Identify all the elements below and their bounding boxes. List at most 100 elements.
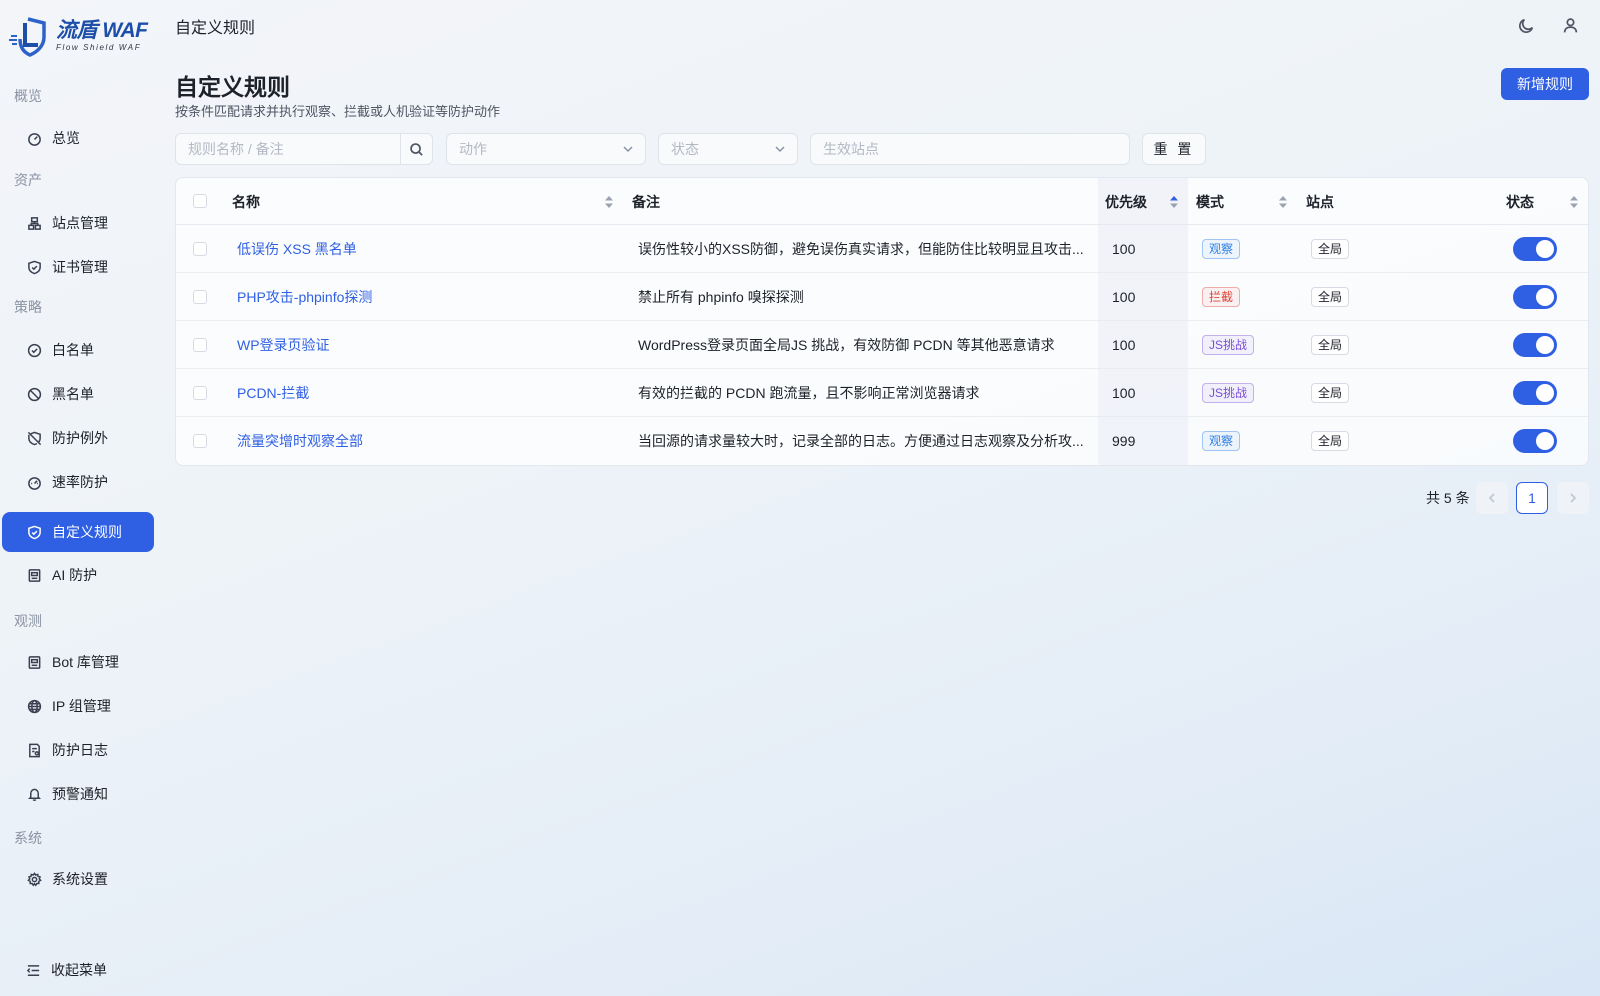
- sort-icon[interactable]: [1169, 194, 1179, 210]
- add-rule-button[interactable]: 新增规则: [1501, 68, 1589, 100]
- brand-logo[interactable]: 流盾 WAF Flow Shield WAF: [8, 12, 158, 60]
- rules-table: 名称 备注 优先级 模式 站点 状态 低误伤 XSS 黑名单 误伤性较小的XSS防…: [175, 177, 1589, 466]
- table-row: WP登录页验证 WordPress登录页面全局JS 挑战，有效防御 PCDN 等其…: [176, 321, 1588, 369]
- table-row: 低误伤 XSS 黑名单 误伤性较小的XSS防御，避免误伤真实请求，但能防住比较明显…: [176, 225, 1588, 273]
- page-number-button[interactable]: 1: [1516, 482, 1548, 514]
- sidebar-item-whitelist[interactable]: 白名单: [2, 330, 154, 370]
- chevron-right-icon: [1570, 493, 1577, 503]
- sort-icon[interactable]: [1278, 194, 1288, 210]
- sort-icon[interactable]: [1569, 194, 1579, 210]
- row-checkbox[interactable]: [193, 434, 207, 448]
- status-toggle[interactable]: [1513, 285, 1557, 309]
- rule-name-link[interactable]: PHP攻击-phpinfo探测: [237, 287, 372, 307]
- bell-icon: [26, 786, 42, 802]
- log-icon: [26, 742, 42, 758]
- column-mode: 模式: [1196, 193, 1224, 210]
- collapse-menu-label: 收起菜单: [51, 962, 107, 978]
- rule-site-cell: 全局: [1311, 369, 1391, 417]
- rule-name-link[interactable]: PCDN-拦截: [237, 383, 309, 403]
- rule-mode-cell: 观察: [1202, 225, 1292, 273]
- rule-site-cell: 全局: [1311, 417, 1391, 465]
- sidebar-item-alerts[interactable]: 预警通知: [2, 774, 154, 814]
- sidebar-item-label: 防护例外: [52, 430, 108, 446]
- rule-name-link[interactable]: 低误伤 XSS 黑名单: [237, 239, 357, 259]
- collapse-menu-button[interactable]: 收起菜单: [26, 960, 107, 980]
- rule-name-cell: PCDN-拦截: [237, 369, 617, 417]
- status-toggle[interactable]: [1513, 381, 1557, 405]
- site-tag: 全局: [1311, 335, 1350, 355]
- total-count: 共 5 条: [1426, 490, 1470, 506]
- user-menu-button[interactable]: [1559, 14, 1581, 36]
- user-icon: [1563, 17, 1577, 32]
- theme-toggle-button[interactable]: [1515, 14, 1537, 36]
- rule-mode-cell: 观察: [1202, 417, 1292, 465]
- prev-page-button[interactable]: [1476, 482, 1508, 514]
- row-checkbox[interactable]: [193, 242, 207, 256]
- bot-icon: [26, 567, 42, 583]
- rule-mode-cell: JS挑战: [1202, 321, 1292, 369]
- sidebar-item-sites[interactable]: 站点管理: [2, 203, 154, 243]
- rule-site-cell: 全局: [1311, 273, 1391, 321]
- status-toggle[interactable]: [1513, 429, 1557, 453]
- row-checkbox[interactable]: [193, 386, 207, 400]
- table-row: PCDN-拦截 有效的拦截的 PCDN 跑流量，且不影响正常浏览器请求 100 JS挑…: [176, 369, 1588, 417]
- rule-priority: 100: [1112, 241, 1136, 257]
- sidebar-item-exceptions[interactable]: 防护例外: [2, 418, 154, 458]
- search-button[interactable]: [400, 134, 432, 164]
- sidebar-item-logs[interactable]: 防护日志: [2, 730, 154, 770]
- sidebar-item-label: 证书管理: [52, 259, 108, 275]
- bot-icon: [26, 654, 42, 670]
- sidebar-item-label: 预警通知: [52, 786, 108, 802]
- rule-site-cell: 全局: [1311, 225, 1391, 273]
- sidebar-item-settings[interactable]: 系统设置: [2, 859, 154, 899]
- status-toggle[interactable]: [1513, 333, 1557, 357]
- rule-priority: 100: [1112, 385, 1136, 401]
- nav-group-assets: 资产: [14, 172, 42, 188]
- select-all-checkbox[interactable]: [193, 194, 207, 208]
- action-select-placeholder: 动作: [459, 141, 487, 157]
- column-note: 备注: [632, 193, 660, 210]
- sidebar-item-label: IP 组管理: [52, 698, 111, 714]
- sidebar-item-certs[interactable]: 证书管理: [2, 247, 154, 287]
- chevron-down-icon: [621, 142, 635, 156]
- sidebar-item-overview[interactable]: 总览: [2, 118, 154, 158]
- sort-icon[interactable]: [604, 194, 614, 210]
- mode-tag: 观察: [1202, 239, 1241, 259]
- sidebar-item-ip-groups[interactable]: IP 组管理: [2, 686, 154, 726]
- rule-name-link[interactable]: WP登录页验证: [237, 335, 330, 355]
- rule-priority: 100: [1112, 289, 1136, 305]
- sidebar-item-custom-rules[interactable]: 自定义规则: [2, 512, 154, 552]
- sidebar-item-bot-library[interactable]: Bot 库管理: [2, 642, 154, 682]
- page-subtitle: 按条件匹配请求并执行观察、拦截或人机验证等防护动作: [175, 104, 501, 119]
- sidebar-item-ai-protection[interactable]: AI 防护: [2, 555, 154, 595]
- next-page-button[interactable]: [1557, 482, 1589, 514]
- chevron-left-icon: [1488, 493, 1495, 503]
- rule-note: WordPress登录页面全局JS 挑战，有效防御 PCDN 等其他恶意请求: [638, 337, 1055, 353]
- status-toggle[interactable]: [1513, 237, 1557, 261]
- sidebar-item-blacklist[interactable]: 黑名单: [2, 374, 154, 414]
- rule-name-link[interactable]: 流量突增时观察全部: [237, 431, 363, 451]
- site-select[interactable]: 生效站点: [810, 133, 1130, 165]
- site-tag: 全局: [1311, 239, 1350, 259]
- action-select[interactable]: 动作: [446, 133, 646, 165]
- status-select[interactable]: 状态: [658, 133, 798, 165]
- rule-name-cell: 低误伤 XSS 黑名单: [237, 225, 617, 273]
- mode-tag: JS挑战: [1202, 383, 1255, 403]
- sitemap-icon: [26, 215, 42, 231]
- rule-mode-cell: 拦截: [1202, 273, 1292, 321]
- rule-name-cell: WP登录页验证: [237, 321, 617, 369]
- row-checkbox[interactable]: [193, 338, 207, 352]
- search-input[interactable]: [176, 134, 401, 164]
- search-box: [175, 133, 433, 165]
- reset-button[interactable]: 重 置: [1142, 133, 1206, 165]
- column-priority: 优先级: [1105, 193, 1147, 210]
- rule-note: 误伤性较小的XSS防御，避免误伤真实请求，但能防住比较明显且攻击...: [638, 241, 1084, 257]
- sidebar-item-rate-limit[interactable]: 速率防护: [2, 462, 154, 502]
- nav-group-observe: 观测: [14, 613, 42, 629]
- table-header: 名称 备注 优先级 模式 站点 状态: [176, 178, 1588, 225]
- sidebar-item-label: 速率防护: [52, 474, 108, 490]
- gear-icon: [26, 871, 42, 887]
- rule-site-cell: 全局: [1311, 321, 1391, 369]
- dashboard-icon: [26, 130, 42, 146]
- row-checkbox[interactable]: [193, 290, 207, 304]
